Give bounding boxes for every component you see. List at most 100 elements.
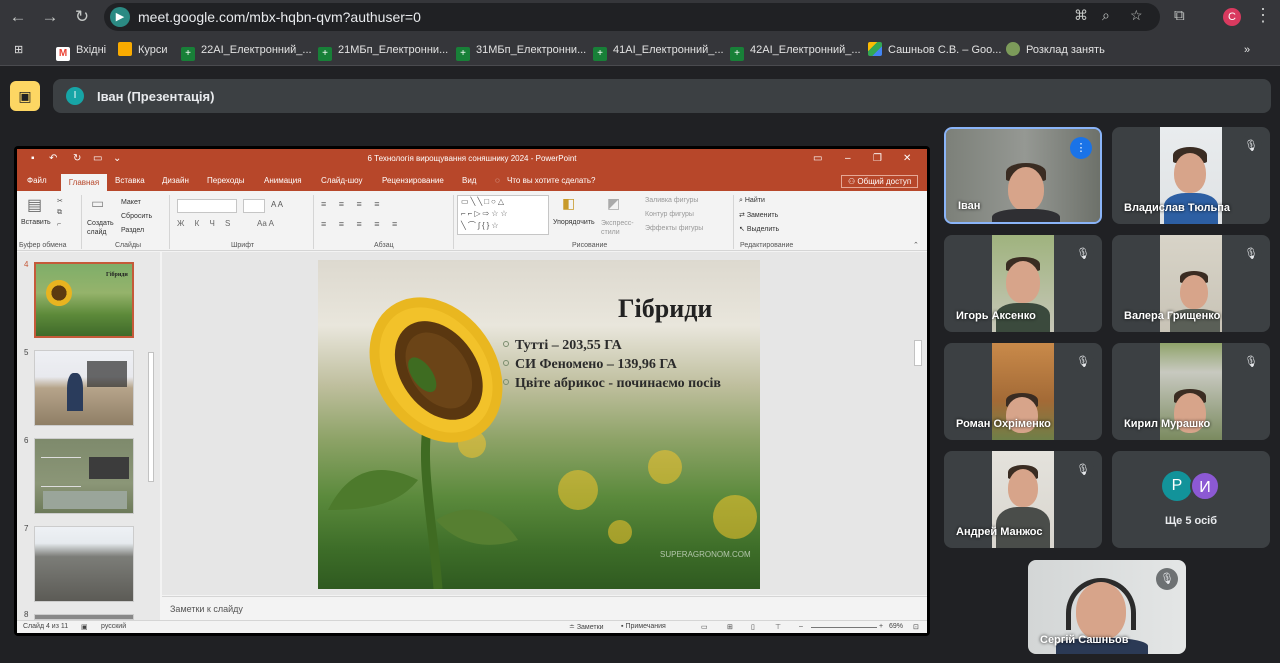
collapse-ribbon-icon[interactable]: ⌃ bbox=[913, 241, 919, 249]
format-painter-icon[interactable]: ⌐ bbox=[57, 221, 61, 228]
section-button[interactable]: Раздел bbox=[121, 227, 144, 234]
font-size-input[interactable] bbox=[243, 199, 265, 213]
sorter-view-icon[interactable]: ⊞ bbox=[727, 623, 733, 631]
minimize-icon[interactable]: – bbox=[845, 153, 851, 164]
url-text[interactable]: meet.google.com/mbx-hqbn-qvm?authuser=0 bbox=[138, 9, 421, 25]
zoom-icon[interactable]: ⌕ bbox=[1102, 7, 1110, 24]
bookmark-41ai[interactable]: +41АІ_Електронний_... bbox=[593, 42, 724, 61]
tab-insert[interactable]: Вставка bbox=[115, 176, 145, 185]
tab-slideshow[interactable]: Слайд-шоу bbox=[321, 176, 362, 185]
paste-icon[interactable]: ▤ bbox=[27, 195, 42, 215]
more-participants-tile[interactable]: Р И Ще 5 осіб bbox=[1112, 451, 1270, 548]
participant-tile[interactable]: 🎙 Владислав Тюльпа bbox=[1112, 127, 1270, 224]
zoom-level[interactable]: 69% bbox=[889, 623, 903, 630]
font-grow-icon[interactable]: A A bbox=[271, 200, 283, 209]
notes-pane[interactable]: Заметки к слайду bbox=[162, 596, 927, 620]
tab-animation[interactable]: Анимация bbox=[264, 176, 302, 185]
language-indicator[interactable]: русский bbox=[101, 623, 126, 630]
zoom-out-icon[interactable]: – bbox=[799, 623, 803, 630]
participant-name: Владислав Тюльпа bbox=[1124, 202, 1231, 214]
mic-off-icon: 🎙 bbox=[1240, 135, 1262, 157]
bookmark-42ai[interactable]: +42АІ_Електронний_... bbox=[730, 42, 861, 61]
tab-view[interactable]: Вид bbox=[462, 176, 476, 185]
arrange-button[interactable]: Упорядочить bbox=[553, 219, 595, 226]
video-person bbox=[1008, 469, 1038, 507]
copy-icon[interactable]: ⧉ bbox=[57, 209, 62, 217]
reading-view-icon[interactable]: ▯ bbox=[751, 623, 755, 631]
participant-tile[interactable]: 🎙 Валера Грищенко bbox=[1112, 235, 1270, 332]
back-icon[interactable]: ← bbox=[6, 5, 30, 29]
editor-scrollbar[interactable] bbox=[913, 252, 923, 584]
machinery-photo bbox=[87, 361, 127, 387]
address-bar[interactable]: ▶ meet.google.com/mbx-hqbn-qvm?authuser=… bbox=[104, 3, 1160, 31]
zoom-slider[interactable] bbox=[811, 627, 877, 628]
zoom-in-icon[interactable]: + bbox=[879, 623, 883, 630]
maximize-icon[interactable]: ❐ bbox=[873, 153, 882, 164]
tab-review[interactable]: Рецензирование bbox=[382, 176, 444, 185]
bookmark-inbox[interactable]: M Вхідні bbox=[56, 42, 106, 61]
share-button[interactable]: ⚇ Общий доступ bbox=[841, 175, 919, 188]
font-style-icons[interactable]: Ж К Ч S bbox=[177, 219, 234, 228]
bookmark-courses[interactable]: Курси bbox=[118, 42, 168, 58]
reset-button[interactable]: Сбросить bbox=[121, 213, 152, 220]
bookmark-drive[interactable]: Сашньов С.В. – Goo... bbox=[868, 42, 1001, 58]
new-slide-icon[interactable]: ▭ bbox=[91, 195, 104, 212]
stop-presenting-icon[interactable]: ▣ bbox=[10, 81, 40, 111]
profile-avatar[interactable]: С bbox=[1223, 8, 1241, 26]
spellcheck-icon[interactable]: ▣ bbox=[81, 623, 88, 631]
tab-transitions[interactable]: Переходы bbox=[207, 176, 245, 185]
bookmark-21mbp[interactable]: +21МБп_Електронни... bbox=[318, 42, 448, 61]
paste-button[interactable]: Вставить bbox=[21, 219, 51, 226]
tab-home[interactable]: Главная bbox=[61, 174, 107, 191]
shape-effects-button[interactable]: Эффекты фигуры bbox=[645, 225, 703, 232]
new-slide-button[interactable]: Создать слайд bbox=[87, 219, 117, 237]
normal-view-icon[interactable]: ▭ bbox=[701, 623, 708, 631]
bookmark-22ai[interactable]: +22АІ_Електронний_... bbox=[181, 42, 312, 61]
notes-placeholder[interactable]: Заметки к слайду bbox=[170, 604, 243, 614]
reload-icon[interactable]: ↻ bbox=[70, 5, 94, 29]
font-color-icon[interactable]: Aa A bbox=[257, 219, 274, 228]
menu-icon[interactable]: ⋮ bbox=[1254, 5, 1272, 26]
slide-thumbnail-6[interactable] bbox=[34, 438, 134, 514]
apps-icon[interactable]: ⊞ bbox=[14, 42, 23, 58]
extensions-icon[interactable]: ⧉ bbox=[1174, 7, 1185, 24]
thumbnails-scrollbar[interactable] bbox=[147, 252, 155, 620]
translate-icon[interactable]: ⌘ bbox=[1074, 7, 1088, 24]
quick-styles-icon[interactable]: ◩ bbox=[607, 195, 620, 212]
close-icon[interactable]: ✕ bbox=[903, 153, 911, 164]
scrollbar-thumb[interactable] bbox=[148, 352, 154, 482]
layout-button[interactable]: Макет bbox=[121, 199, 141, 206]
fit-slide-icon[interactable]: ⊡ bbox=[913, 623, 919, 631]
list-icons[interactable]: ≡ ≡ ≡ ≡ bbox=[321, 199, 385, 209]
slide-thumbnail-5[interactable] bbox=[34, 350, 134, 426]
cut-icon[interactable]: ✂ bbox=[57, 197, 63, 205]
shapes-gallery[interactable]: ▭╲╲□○△ ⌐⌐▷⇨☆☆ ╲⌒∫{}☆ bbox=[457, 195, 549, 235]
ribbon-options-icon[interactable]: ▭ bbox=[813, 153, 822, 164]
arrange-icon[interactable]: ◧ bbox=[562, 195, 575, 212]
align-icons[interactable]: ≡ ≡ ≡ ≡ ≡ bbox=[321, 219, 402, 229]
forward-icon[interactable]: → bbox=[38, 5, 62, 29]
tell-me-box[interactable]: Что вы хотите сделать? bbox=[507, 176, 595, 185]
shape-outline-button[interactable]: Контур фигуры bbox=[645, 211, 694, 218]
participant-tile[interactable]: ⋮ Іван bbox=[944, 127, 1102, 224]
bookmark-schedule[interactable]: Розклад занять bbox=[1006, 42, 1105, 58]
site-info-icon[interactable]: ▶ bbox=[110, 7, 130, 27]
participant-tile[interactable]: 🎙 Игорь Аксенко bbox=[944, 235, 1102, 332]
participant-tile[interactable]: 🎙 Андрей Манжос bbox=[944, 451, 1102, 548]
participant-tile[interactable]: 🎙 Кирил Мурашко bbox=[1112, 343, 1270, 440]
scrollbar-thumb[interactable] bbox=[914, 340, 922, 366]
current-slide[interactable]: Гібриди Тутті – 203,55 ГА СИ Феномено – … bbox=[318, 260, 760, 589]
tab-design[interactable]: Дизайн bbox=[162, 176, 189, 185]
tab-file[interactable]: Файл bbox=[27, 176, 47, 185]
participant-tile[interactable]: 🎙 Роман Охріменко bbox=[944, 343, 1102, 440]
font-name-input[interactable] bbox=[177, 199, 237, 213]
slide-thumbnail-4[interactable]: Гібриди bbox=[34, 262, 134, 338]
shape-fill-button[interactable]: Заливка фигуры bbox=[645, 197, 698, 204]
bookmark-31mbp[interactable]: +31МБп_Електронни... bbox=[456, 42, 586, 61]
bookmark-star-icon[interactable]: ☆ bbox=[1130, 7, 1143, 24]
more-bookmarks-icon[interactable]: » bbox=[1244, 42, 1250, 58]
slide-thumbnail-7[interactable] bbox=[34, 526, 134, 602]
self-view-tile[interactable]: 🎙 Сергій Сашньов bbox=[1028, 560, 1186, 654]
quick-styles-button[interactable]: Экспресс-стили bbox=[601, 219, 634, 237]
slideshow-view-icon[interactable]: ⊤ bbox=[775, 623, 781, 631]
